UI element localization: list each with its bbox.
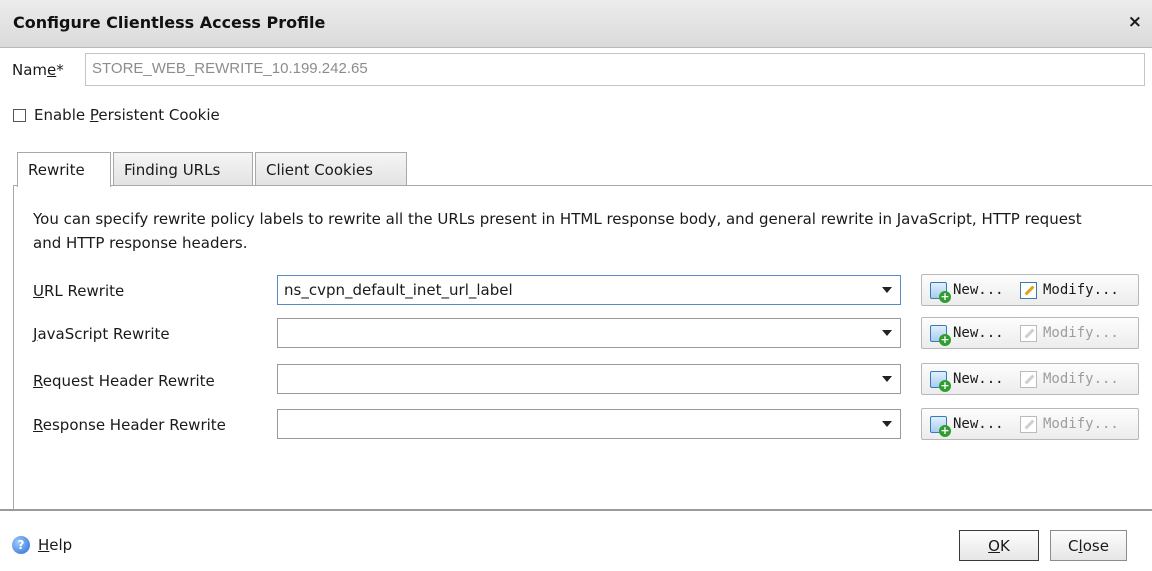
tab-rewrite[interactable]: Rewrite — [17, 152, 111, 187]
url-rewrite-select[interactable]: ns_cvpn_default_inet_url_label — [277, 275, 901, 305]
javascript-rewrite-new-button[interactable]: New... — [930, 318, 1004, 348]
url-rewrite-value: ns_cvpn_default_inet_url_label — [284, 281, 513, 299]
modify-icon — [1020, 281, 1037, 299]
new-icon — [930, 370, 951, 392]
request-header-rewrite-modify-button[interactable]: Modify... — [1020, 364, 1119, 394]
new-icon — [930, 281, 951, 303]
url-rewrite-label: URL Rewrite — [33, 282, 125, 300]
modify-icon — [1020, 415, 1037, 433]
name-field[interactable]: STORE_WEB_REWRITE_10.199.242.65 — [85, 53, 1145, 86]
new-icon — [930, 415, 951, 437]
help-link[interactable]: ? Help — [12, 536, 72, 554]
request-header-rewrite-label: Request Header Rewrite — [33, 372, 215, 390]
tab-finding-urls[interactable]: Finding URLs — [113, 152, 253, 185]
request-header-rewrite-new-button[interactable]: New... — [930, 364, 1004, 394]
javascript-rewrite-label: JavaScript Rewrite — [33, 325, 170, 343]
persistent-cookie-label: Enable Persistent Cookie — [34, 106, 220, 124]
help-icon: ? — [12, 536, 30, 554]
javascript-rewrite-modify-button[interactable]: Modify... — [1020, 318, 1119, 348]
url-rewrite-actions: New... Modify... — [921, 274, 1139, 306]
help-label: Help — [38, 536, 73, 554]
dropdown-arrow-icon[interactable] — [882, 330, 892, 336]
dialog-title: Configure Clientless Access Profile — [13, 13, 326, 32]
persistent-cookie-row[interactable]: Enable Persistent Cookie — [13, 106, 220, 124]
request-header-rewrite-actions: New... Modify... — [921, 363, 1139, 395]
modify-icon — [1020, 370, 1037, 388]
response-header-rewrite-new-button[interactable]: New... — [930, 409, 1004, 439]
request-header-rewrite-select[interactable] — [277, 364, 901, 394]
response-header-rewrite-label: Response Header Rewrite — [33, 416, 226, 434]
ok-button[interactable]: OK — [959, 530, 1039, 561]
response-header-rewrite-select[interactable] — [277, 409, 901, 439]
response-header-rewrite-actions: New... Modify... — [921, 408, 1139, 440]
tab-client-cookies[interactable]: Client Cookies — [255, 152, 407, 185]
javascript-rewrite-select[interactable] — [277, 318, 901, 348]
dropdown-arrow-icon[interactable] — [882, 376, 892, 382]
url-rewrite-new-button[interactable]: New... — [930, 275, 1004, 305]
modify-icon — [1020, 324, 1037, 342]
name-label: Name* — [12, 61, 64, 79]
title-bar: Configure Clientless Access Profile × — [0, 0, 1152, 48]
response-header-rewrite-modify-button[interactable]: Modify... — [1020, 409, 1119, 439]
close-icon[interactable]: × — [1128, 12, 1142, 32]
url-rewrite-modify-button[interactable]: Modify... — [1020, 275, 1119, 305]
dropdown-arrow-icon[interactable] — [882, 287, 892, 293]
close-button[interactable]: Cl ose — [1050, 530, 1127, 561]
new-icon — [930, 324, 951, 346]
persistent-cookie-checkbox[interactable] — [13, 108, 26, 122]
javascript-rewrite-actions: New... Modify... — [921, 317, 1139, 349]
dropdown-arrow-icon[interactable] — [882, 421, 892, 427]
rewrite-description: You can specify rewrite policy labels to… — [33, 210, 1082, 252]
footer-divider — [0, 509, 1152, 511]
